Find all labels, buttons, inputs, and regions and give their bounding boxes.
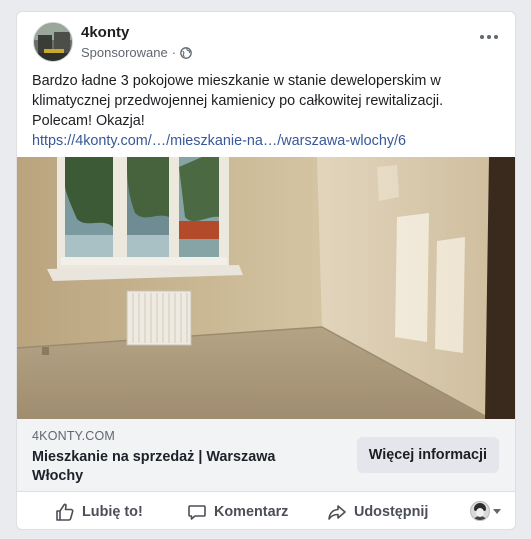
- meta-separator: ·: [171, 45, 177, 60]
- page-avatar[interactable]: [33, 22, 73, 62]
- share-label: Udostępnij: [354, 504, 429, 520]
- more-options-icon[interactable]: [477, 29, 501, 45]
- comment-icon: [188, 505, 206, 520]
- post-actions: Lubię to! Komentarz Udostępnij: [17, 493, 515, 529]
- sponsored-label[interactable]: Sponsorowane: [81, 45, 168, 60]
- apartment-photo[interactable]: [17, 157, 515, 419]
- chevron-down-icon: [493, 508, 501, 514]
- user-avatar-icon: [470, 501, 490, 521]
- post-link[interactable]: https://4konty.com/…/mieszkanie-na…/wars…: [32, 133, 406, 149]
- comment-button[interactable]: Komentarz: [187, 493, 289, 529]
- reaction-identity-selector[interactable]: [470, 501, 501, 521]
- link-domain: 4KONTY.COM: [32, 429, 116, 443]
- sponsored-post: 4konty Sponsorowane · Bardzo ładne 3 pok…: [16, 11, 516, 530]
- like-label: Lubię to!: [82, 504, 143, 520]
- globe-icon[interactable]: [180, 46, 192, 59]
- link-preview[interactable]: 4KONTY.COM Mieszkanie na sprzedaż | Wars…: [17, 419, 515, 492]
- link-headline[interactable]: Mieszkanie na sprzedaż | Warszawa Włochy: [32, 448, 292, 486]
- post-meta: Sponsorowane ·: [81, 45, 192, 60]
- thumbs-up-icon: [56, 503, 74, 521]
- apartment-room-image: [17, 157, 515, 419]
- post-text: Bardzo ładne 3 pokojowe mieszkanie w sta…: [32, 71, 502, 151]
- like-button[interactable]: Lubię to!: [55, 493, 143, 529]
- share-button[interactable]: Udostępnij: [327, 493, 429, 529]
- share-icon: [328, 505, 346, 520]
- post-header: 4konty Sponsorowane ·: [17, 12, 515, 74]
- page-name[interactable]: 4konty: [81, 24, 129, 41]
- comment-label: Komentarz: [214, 504, 289, 520]
- post-body: Bardzo ładne 3 pokojowe mieszkanie w sta…: [32, 73, 444, 129]
- more-info-button[interactable]: Więcej informacji: [356, 437, 499, 473]
